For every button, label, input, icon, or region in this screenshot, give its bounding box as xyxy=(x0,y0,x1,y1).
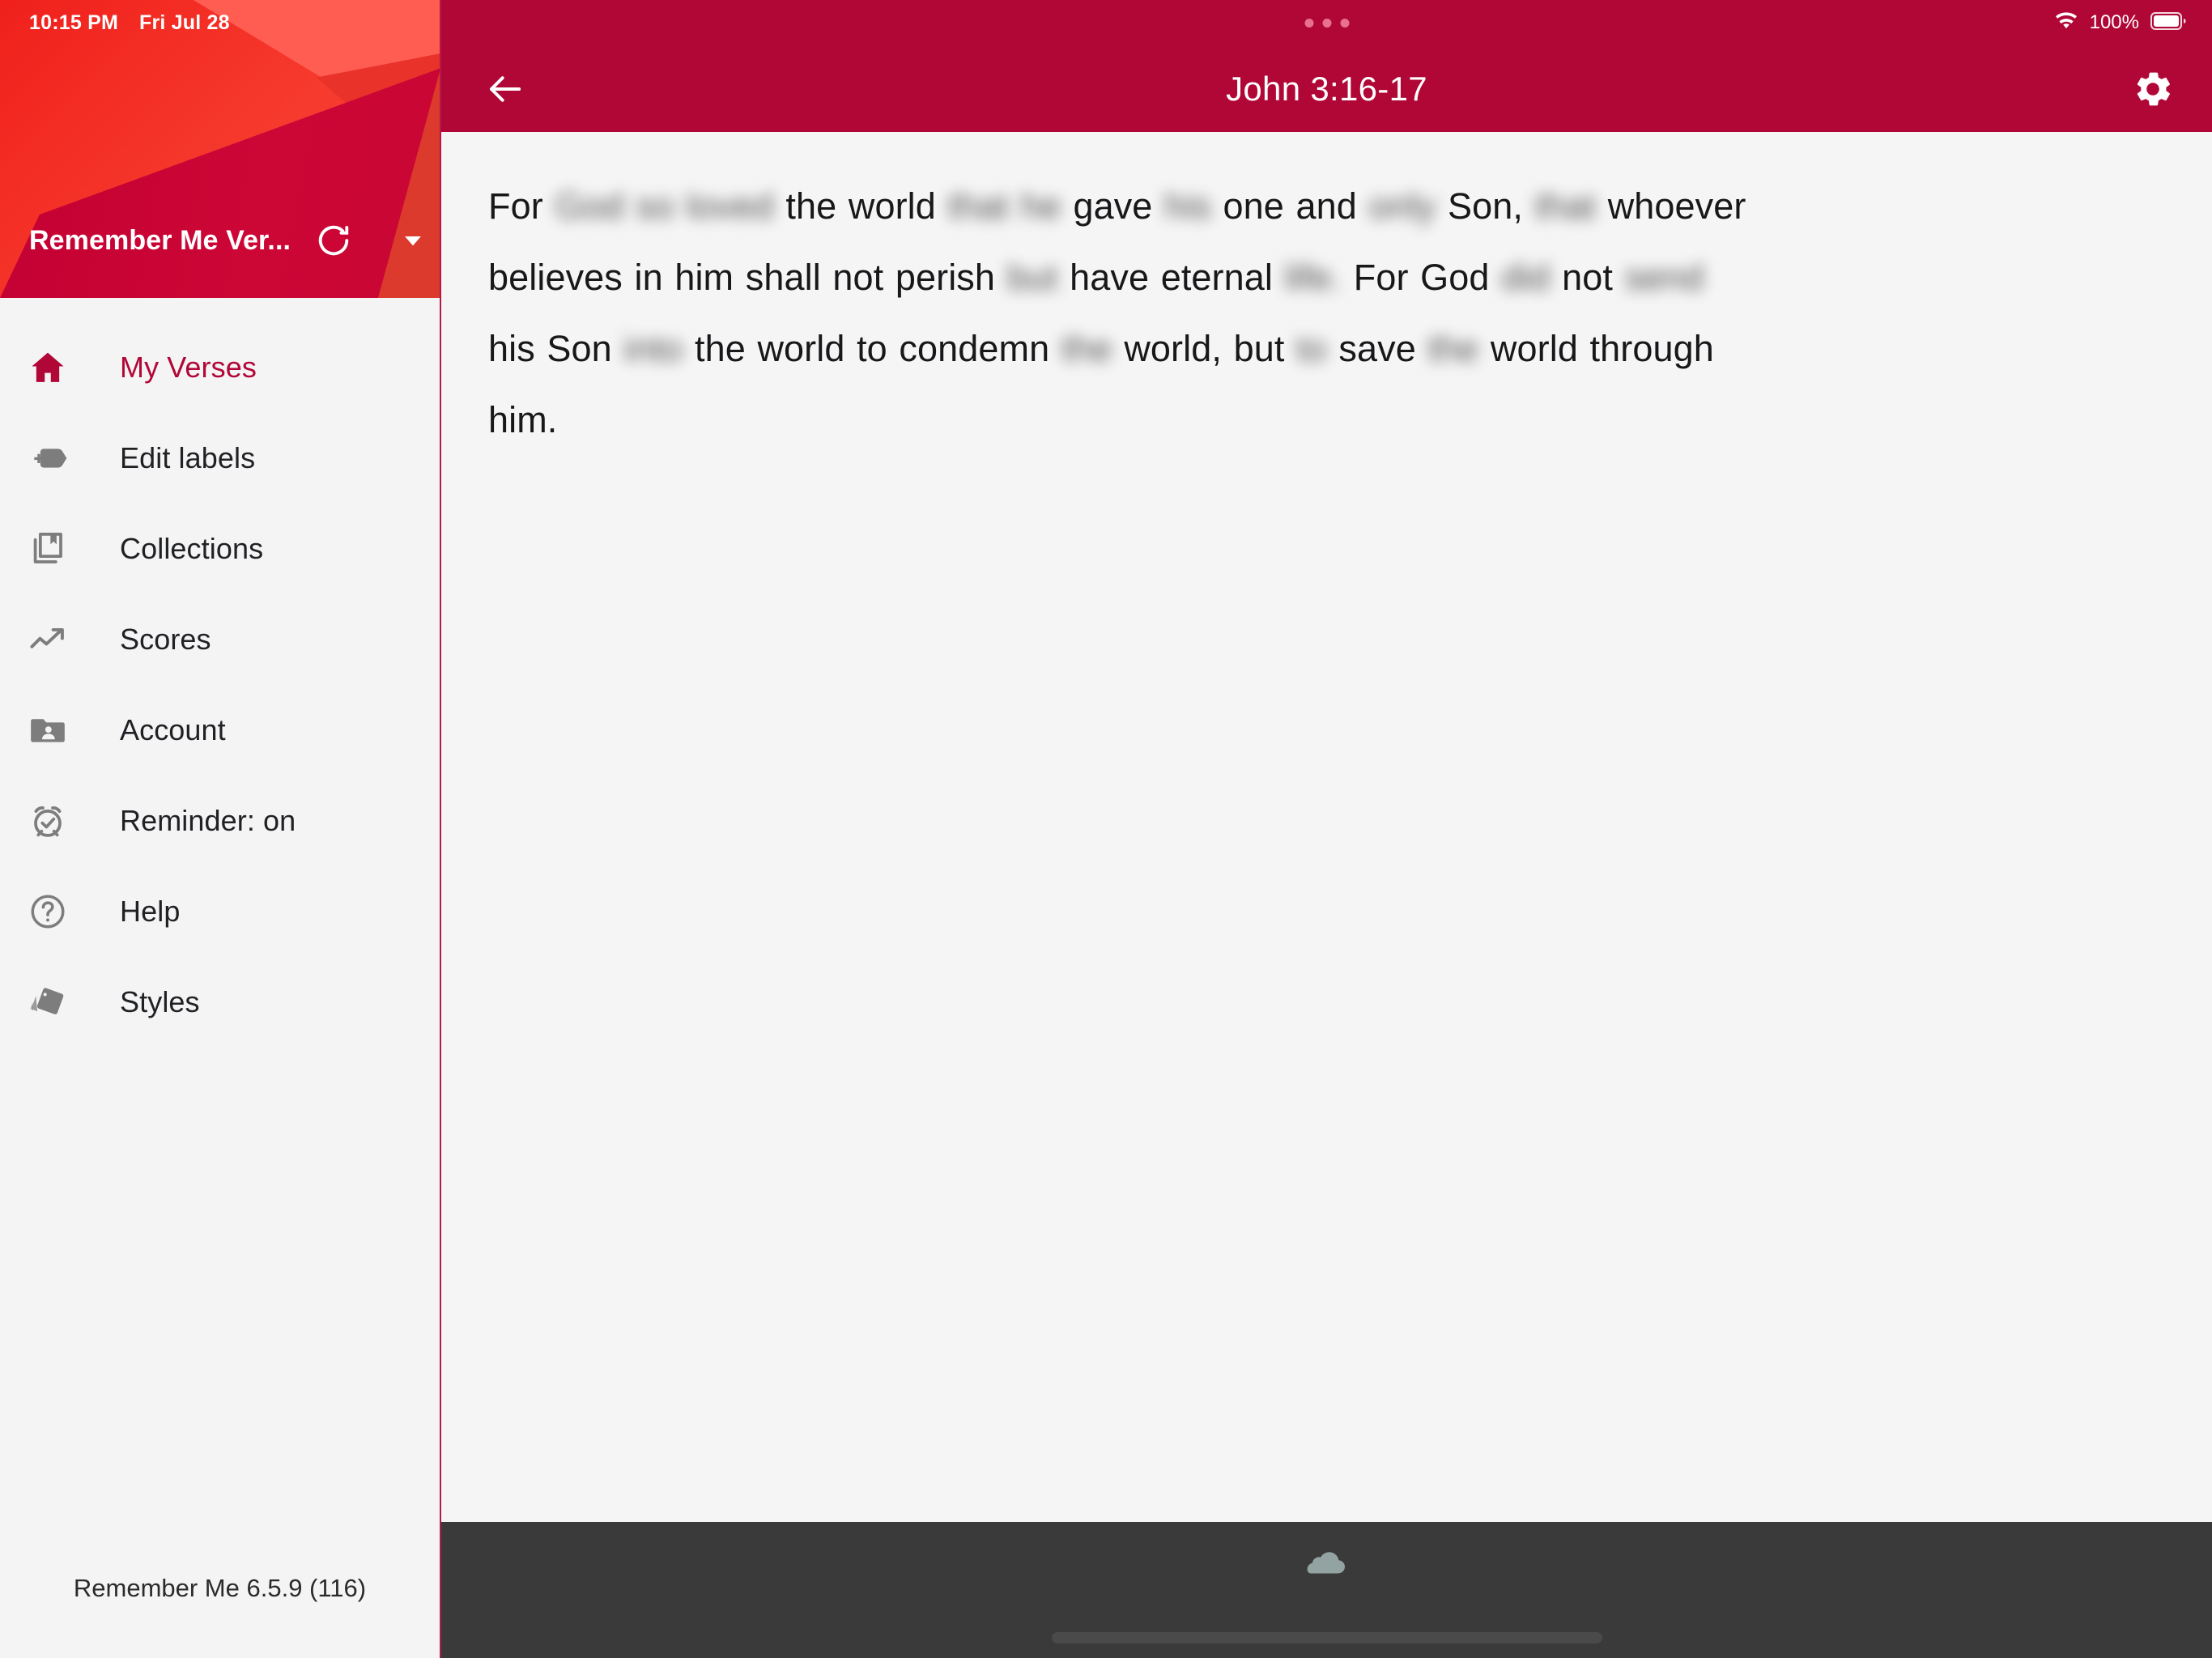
sidebar-item-help[interactable]: Help xyxy=(0,866,440,957)
hidden-word: into xyxy=(623,328,683,369)
status-bar-right: 100% xyxy=(2054,9,2188,37)
battery-percent-label: 100% xyxy=(2089,11,2139,33)
visible-word: his Son xyxy=(488,328,612,369)
sidebar-item-edit-labels[interactable]: Edit labels xyxy=(0,413,440,504)
sidebar-item-scores[interactable]: Scores xyxy=(0,594,440,685)
visible-word: gave xyxy=(1073,185,1153,227)
page-title: John 3:16-17 xyxy=(1226,69,1427,108)
cloud-icon[interactable] xyxy=(1304,1546,1350,1583)
hidden-word: God so loved xyxy=(555,185,774,227)
sidebar-item-my-verses[interactable]: My Verses xyxy=(0,322,440,413)
app-root: 10:15 PM Fri Jul 28 Remember Me Ver... M… xyxy=(0,0,2212,1658)
chevron-down-icon[interactable] xyxy=(388,215,438,266)
visible-word: but xyxy=(1233,328,1285,369)
three-dots-handle[interactable] xyxy=(1304,18,1349,28)
visible-word: save xyxy=(1338,328,1416,369)
hidden-word: send xyxy=(1624,257,1704,298)
account-switcher-row[interactable]: Remember Me Ver... xyxy=(0,212,440,269)
sidebar-item-account[interactable]: Account xyxy=(0,685,440,776)
visible-word: Son, xyxy=(1448,185,1524,227)
alarm-check-icon xyxy=(28,801,78,841)
hidden-word: that xyxy=(1534,185,1597,227)
label-add-icon xyxy=(28,438,78,478)
app-version-label: Remember Me 6.5.9 (116) xyxy=(73,1574,367,1602)
visible-word: For xyxy=(488,185,543,227)
battery-full-icon xyxy=(2150,11,2188,36)
verse-text: For God so loved the world that he gave … xyxy=(488,171,1751,456)
visible-word: the world to condemn xyxy=(694,328,1050,369)
library-book-icon xyxy=(28,529,78,569)
sidebar-item-label: My Verses xyxy=(120,351,257,384)
hidden-word: that he xyxy=(947,185,1061,227)
status-bar-left: 10:15 PM Fri Jul 28 xyxy=(0,0,440,45)
hidden-word: life. xyxy=(1284,257,1342,298)
drawer-footer: Remember Me 6.5.9 (116) xyxy=(0,1561,440,1658)
sidebar-item-styles[interactable]: Styles xyxy=(0,957,440,1048)
hidden-word: but xyxy=(1006,257,1058,298)
visible-word: one and xyxy=(1223,185,1357,227)
visible-word: For God xyxy=(1353,257,1490,298)
sidebar-item-reminder[interactable]: Reminder: on xyxy=(0,776,440,866)
hidden-word: the xyxy=(1427,328,1479,369)
wifi-icon xyxy=(2054,9,2078,37)
system-status-bar: 100% xyxy=(441,0,2212,45)
account-name-label: Remember Me Ver... xyxy=(29,224,291,256)
hidden-word: did xyxy=(1501,257,1551,298)
hidden-word: the xyxy=(1061,328,1112,369)
drawer-nav-list: My Verses Edit labels Collections Scores… xyxy=(0,298,440,1561)
sidebar-item-collections[interactable]: Collections xyxy=(0,504,440,594)
gear-icon[interactable] xyxy=(2123,59,2183,119)
dot xyxy=(1322,18,1331,28)
bottom-bar xyxy=(441,1522,2212,1658)
folder-user-icon xyxy=(28,710,78,750)
sidebar-item-label: Account xyxy=(120,713,226,746)
back-arrow-icon[interactable] xyxy=(475,59,535,119)
verse-body[interactable]: For God so loved the world that he gave … xyxy=(441,132,2212,1522)
style-card-icon xyxy=(28,982,78,1022)
hidden-word: his xyxy=(1164,185,1211,227)
sidebar-item-label: Styles xyxy=(120,985,200,1018)
dot xyxy=(1304,18,1313,28)
hidden-word: only xyxy=(1368,185,1436,227)
status-bar-date: Fri Jul 28 xyxy=(139,11,230,34)
visible-word: world, xyxy=(1124,328,1222,369)
sidebar-item-label: Help xyxy=(120,895,181,928)
hidden-word: to xyxy=(1296,328,1327,369)
help-circle-icon xyxy=(28,891,78,932)
home-indicator-bar[interactable] xyxy=(1051,1632,1602,1643)
visible-word: the world xyxy=(785,185,936,227)
sidebar-item-label: Edit labels xyxy=(120,441,256,474)
sidebar-item-label: Reminder: on xyxy=(120,804,296,837)
visible-word: not xyxy=(1562,257,1613,298)
dot xyxy=(1340,18,1349,28)
app-bar: John 3:16-17 xyxy=(441,45,2212,132)
home-icon xyxy=(28,347,78,388)
refresh-icon[interactable] xyxy=(308,215,359,266)
sidebar-item-label: Collections xyxy=(120,532,264,565)
status-bar-time: 10:15 PM xyxy=(29,11,118,34)
trending-up-icon xyxy=(28,619,78,660)
sidebar-item-label: Scores xyxy=(120,623,211,656)
drawer-header: 10:15 PM Fri Jul 28 Remember Me Ver... xyxy=(0,0,440,298)
visible-word: have eternal xyxy=(1070,257,1273,298)
navigation-drawer: 10:15 PM Fri Jul 28 Remember Me Ver... M… xyxy=(0,0,441,1658)
content-pane: 100% John 3:16-17 For God so loved the w… xyxy=(441,0,2212,1658)
